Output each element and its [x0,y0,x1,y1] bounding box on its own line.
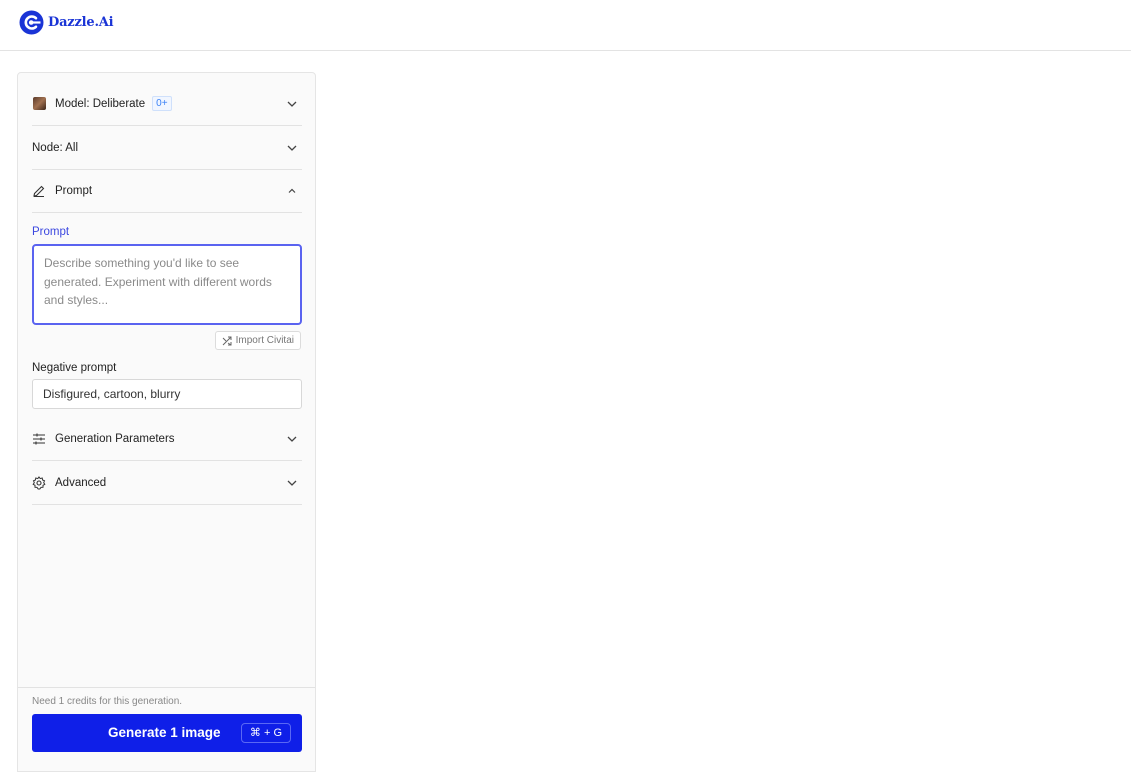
import-civitai-label: Import Civitai [235,335,294,346]
chevron-down-icon [287,480,297,486]
prompt-section-label: Prompt [55,184,93,197]
chevron-up-icon [288,188,296,193]
advanced-toggle[interactable]: Advanced [32,461,302,505]
prompt-section-toggle[interactable]: Prompt [32,169,302,213]
model-selector[interactable]: Model: Deliberate 0+ [32,82,302,126]
pencil-icon [33,185,45,197]
generate-button-label: Generate 1 image [108,725,221,740]
node-label: Node: All [32,141,79,154]
generation-panel: Model: Deliberate 0+ Node: All Prompt Pr… [17,72,316,772]
brand-name: Dazzle.Ai [48,15,114,30]
keyboard-shortcut-badge: ⌘ + G [240,723,291,743]
node-selector[interactable]: Node: All [32,126,302,170]
model-thumbnail-icon [32,97,46,111]
negative-prompt-label: Negative prompt [32,362,117,374]
logo-icon [19,10,44,35]
model-label: Model: Deliberate [55,97,146,110]
sliders-icon [33,433,45,444]
prompt-label: Prompt [32,226,70,238]
chevron-down-icon [287,145,297,151]
chevron-down-icon [287,436,297,442]
negative-prompt-input[interactable] [32,379,302,409]
generation-footer: Need 1 credits for this generation. Gene… [18,687,315,777]
prompt-input[interactable] [32,244,302,325]
model-badge: 0+ [152,96,172,111]
import-civitai-button[interactable]: Import Civitai [214,331,301,350]
generation-parameters-label: Generation Parameters [55,432,175,445]
shuffle-icon [222,336,232,345]
chevron-down-icon [287,101,297,107]
generation-parameters-toggle[interactable]: Generation Parameters [32,417,302,461]
gear-icon [32,475,46,489]
top-bar: Dazzle.Ai [0,0,1131,51]
credits-notice: Need 1 credits for this generation. [32,696,183,707]
advanced-label: Advanced [55,476,107,489]
generate-button[interactable]: Generate 1 image ⌘ + G [32,714,302,752]
brand-logo[interactable]: Dazzle.Ai [19,10,114,35]
